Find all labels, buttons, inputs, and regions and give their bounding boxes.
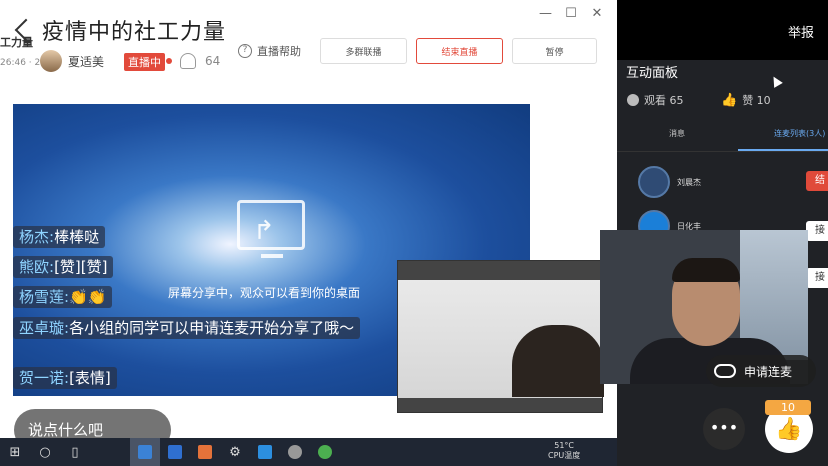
settings-gear-icon[interactable]: ⚙ — [220, 438, 250, 466]
link-icon — [714, 364, 736, 378]
title-bar: 疫情中的社工力量 — [10, 14, 226, 46]
help-label: 直播帮助 — [257, 45, 301, 58]
help-icon: ? — [238, 44, 252, 58]
tab-mic-list[interactable]: 连麦列表(3人) — [774, 128, 825, 139]
taskbar-app-photo-icon[interactable] — [280, 438, 310, 466]
thumbs-up-icon: 👍 — [721, 92, 738, 108]
task-view-icon[interactable]: ▯ — [60, 438, 90, 466]
taskbar-app-stream-icon[interactable] — [130, 438, 160, 466]
thumbs-up-icon: 👍 — [775, 416, 803, 442]
more-options-button[interactable]: ••• — [703, 408, 745, 450]
chat-input[interactable]: 说点什么吧 — [14, 409, 171, 438]
live-duration: 26:46 · 2 — [0, 58, 41, 68]
taskbar-app-green-icon[interactable] — [310, 438, 340, 466]
chat-message: 巫卓璇:各小组的同学可以申请连麦开始分享了哦～ — [13, 317, 361, 339]
host-info: 夏适美 — [40, 50, 104, 72]
brand-label: 工力量 — [0, 36, 33, 49]
monitor-stand — [261, 254, 283, 258]
chat-message: 杨雪莲:👏👏 — [13, 286, 113, 308]
window-controls: — ☐ ✕ — [539, 6, 603, 21]
apply-mic-button[interactable]: 申请连麦 — [706, 355, 816, 387]
viewers-stat: 观看 65 — [627, 92, 684, 108]
mic-request-item: 刘晨杰 — [638, 166, 701, 198]
page-title: 疫情中的社工力量 — [42, 20, 227, 45]
accept-mic-button[interactable]: 接 — [806, 221, 828, 241]
avatar — [638, 166, 670, 198]
panel-tabs: 消息 连麦列表(3人) — [617, 116, 828, 152]
search-icon[interactable]: ○ — [30, 438, 60, 466]
pause-button[interactable]: 暂停 — [512, 38, 597, 64]
tab-messages[interactable]: 消息 — [669, 128, 685, 139]
user-icon — [627, 94, 639, 106]
guest-camera-feed — [397, 260, 604, 413]
accept-mic-button[interactable]: 接 — [806, 268, 828, 288]
active-tab-indicator — [738, 149, 828, 151]
like-count-badge: 10 — [765, 400, 811, 415]
viewer-icon — [180, 53, 196, 69]
cpu-temperature: 51°C CPU温度 — [548, 441, 581, 460]
report-button[interactable]: 举报 — [788, 22, 814, 41]
chat-message: 贺一诺:[表情] — [13, 367, 117, 389]
help-link[interactable]: ? 直播帮助 — [238, 43, 301, 59]
multi-connect-button[interactable]: 多群联播 — [320, 38, 407, 64]
likes-stat: 👍 赞 10 — [721, 92, 771, 108]
windows-start-icon[interactable]: ⊞ — [0, 438, 30, 466]
live-dot-icon — [166, 58, 172, 64]
panel-title: 互动面板 — [626, 66, 679, 81]
close-button[interactable]: ✕ — [591, 6, 603, 21]
end-live-button[interactable]: 结束直播 — [416, 38, 503, 64]
share-arrow-icon: ↱ — [253, 216, 275, 246]
taskbar-app-wps-icon[interactable] — [160, 438, 190, 466]
minimize-button[interactable]: — — [539, 6, 552, 21]
chat-message: 熊欧:[赞][赞] — [13, 256, 114, 278]
host-name: 夏适美 — [68, 54, 105, 69]
live-stream-window: 疫情中的社工力量 — ☐ ✕ 工力量 26:46 · 2 夏适美 直播中 64 … — [0, 0, 617, 438]
live-status-badge: 直播中 — [124, 53, 165, 71]
host-avatar — [40, 50, 62, 72]
taskbar-app-video-icon[interactable] — [250, 438, 280, 466]
viewer-count: 64 — [205, 54, 221, 68]
maximize-button[interactable]: ☐ — [565, 6, 577, 21]
taskbar: ⊞ ○ ▯ ⚙ 51°C CPU温度 — [0, 438, 617, 466]
taskbar-app-ppt-icon[interactable] — [190, 438, 220, 466]
end-mic-button[interactable]: 结 — [806, 171, 828, 191]
chat-message: 杨杰:棒棒哒 — [13, 226, 106, 248]
screen-share-message: 屏幕分享中，观众可以看到你的桌面 — [168, 286, 361, 300]
mouse-cursor-icon — [769, 74, 783, 88]
